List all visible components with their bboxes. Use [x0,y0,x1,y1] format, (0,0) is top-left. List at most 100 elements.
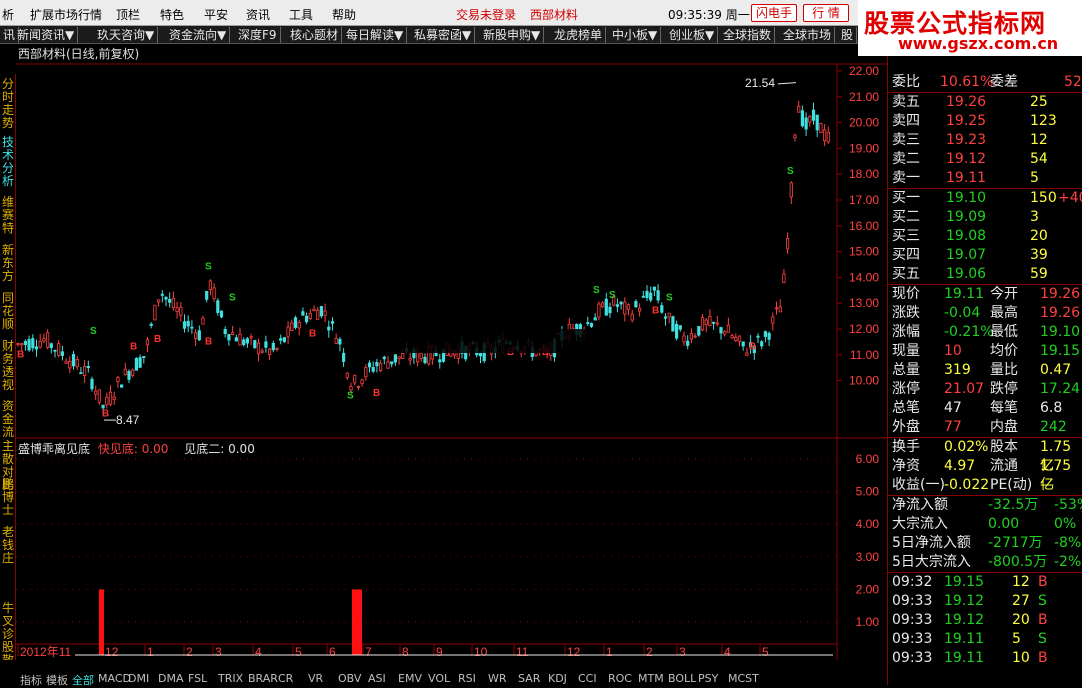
candle-body [700,317,705,331]
tab-5[interactable]: 核心题材 [287,27,343,43]
candle-body [168,298,172,303]
bottom-tab-fsl[interactable]: FSL [188,672,207,685]
login-status[interactable]: 交易未登录 [456,6,516,23]
candle-body [712,321,716,324]
candle-body [260,350,264,353]
bid-label: 买五 [892,266,920,282]
bottom-tab-指标[interactable]: 指标 [20,672,42,688]
candle-body [797,105,801,113]
flash-trade-button[interactable]: 闪电手 [751,4,797,22]
bottom-tab-trix[interactable]: TRIX [218,672,243,685]
tab-6[interactable]: 每日解读▼ [343,27,408,43]
bottom-tab-macd[interactable]: MACD [98,672,131,685]
bottom-tab-dmi[interactable]: DMI [128,672,149,685]
candle-body [756,335,760,338]
buy-signal-marker: B [749,342,756,353]
indicator-y-tick-label: 4.00 [856,517,880,531]
bottom-tab-emv[interactable]: EMV [398,672,422,685]
fin-label: 换手 [892,439,920,455]
tab-9[interactable]: 龙虎榜单 [551,27,607,43]
bottom-tab-mcst[interactable]: MCST [728,672,759,685]
menu-item-features[interactable]: 特色 [160,6,184,23]
candle-body [286,326,290,338]
tab-13[interactable]: 全球市场 [780,27,836,43]
menu-item-help[interactable]: 帮助 [332,6,356,23]
tab-4[interactable]: 深度F9 [235,27,281,43]
buy-signal-marker: B [102,409,109,420]
stat-row: 涨停 21.07 跌停 17.24 [888,380,1082,399]
tab-3[interactable]: 资金流向▼ [166,27,231,43]
candle-body [630,313,634,321]
tick-row: 09:33 19.11 5 S [888,630,1082,649]
tab-8[interactable]: 新股申购▼ [480,27,545,43]
clock: 09:35:39 周一 [668,8,750,22]
y-tick-label: 14.00 [849,270,879,284]
candle-body [297,322,301,329]
tick-price: 19.12 [944,593,985,609]
bottom-tab-sar[interactable]: SAR [518,672,540,685]
bottom-tab-asi[interactable]: ASI [368,672,386,685]
bid-level-1: 买一 19.10 150+40 [888,189,1082,208]
ask-price: 19.25 [946,113,987,129]
weicha-label: 委差 [990,74,1018,90]
candle-body [105,396,109,406]
tick-row: 09:33 19.11 10 B [888,649,1082,668]
stat-label: 均价 [990,343,1018,359]
candle-body [638,307,642,312]
bottom-tab-模板[interactable]: 模板 [46,672,68,688]
bottom-tab-obv[interactable]: OBV [338,672,361,685]
tick-direction: B [1038,574,1048,590]
bottom-tab-cci[interactable]: CCI [578,672,597,685]
candle-body [186,320,190,327]
bottom-tab-roc[interactable]: ROC [608,672,632,685]
sell-signal-marker: S [205,262,212,273]
bottom-tab-cr[interactable]: CR [278,672,293,685]
menu-item-analysis[interactable]: 析 [2,6,14,23]
menu-item-extended-market[interactable]: 扩展市场行情 [30,6,102,23]
bottom-tab-wr[interactable]: WR [488,672,507,685]
tick-row: 09:33 19.12 20 B [888,611,1082,630]
tab-14[interactable]: 股 [838,27,858,43]
ask-level-3: 卖三 19.23 12 [888,131,1082,150]
bid-label: 买三 [892,228,920,244]
candle-body [219,310,224,318]
candle-body [149,323,153,327]
tab-7[interactable]: 私募密函▼ [411,27,476,43]
candle-body [626,304,631,310]
bid-volume: 59 [1030,266,1048,282]
tick-price: 19.15 [944,574,985,590]
candle-body [90,378,94,390]
bottom-tab-psy[interactable]: PSY [698,672,718,685]
tick-price: 19.11 [944,650,985,666]
candle-body [275,347,279,350]
quote-button[interactable]: 行 情 [803,4,849,22]
bottom-tab-brar[interactable]: BRAR [248,672,278,685]
tab-11[interactable]: 创业板▼ [666,27,719,43]
candle-body [182,321,187,329]
bottom-tab-mtm[interactable]: MTM [638,672,664,685]
tick-volume: 10 [1012,650,1030,666]
ask-level-1: 卖一 19.11 5 [888,169,1082,188]
menu-item-topbar[interactable]: 顶栏 [116,6,140,23]
bottom-tab-kdj[interactable]: KDJ [548,672,567,685]
bottom-tab-vr[interactable]: VR [308,672,323,685]
bottom-tab-rsi[interactable]: RSI [458,672,476,685]
indicator-y-tick-label: 3.00 [856,550,880,564]
tab-2[interactable]: 玖天咨询▼ [94,27,159,43]
tab-10[interactable]: 中小板▼ [609,27,662,43]
menu-item-pingan[interactable]: 平安 [204,6,228,23]
menu-item-news[interactable]: 资讯 [246,6,270,23]
trade-signals: BSBBBSBSBSBBBSSBSSB [17,166,794,420]
candle-body [719,327,723,334]
bottom-tab-vol[interactable]: VOL [428,672,450,685]
candle-body [667,312,671,318]
bottom-tab-boll[interactable]: BOLL [668,672,696,685]
tab-1[interactable]: 新闻资讯▼ [14,27,79,43]
bottom-tab-dma[interactable]: DMA [158,672,184,685]
tab-12[interactable]: 全球指数 [720,27,776,43]
flow-percent: -53% [1054,497,1082,513]
candle-body [586,322,590,324]
candle-body [327,326,331,331]
menu-item-tools[interactable]: 工具 [289,6,313,23]
bottom-tab-全部[interactable]: 全部 [72,672,94,688]
